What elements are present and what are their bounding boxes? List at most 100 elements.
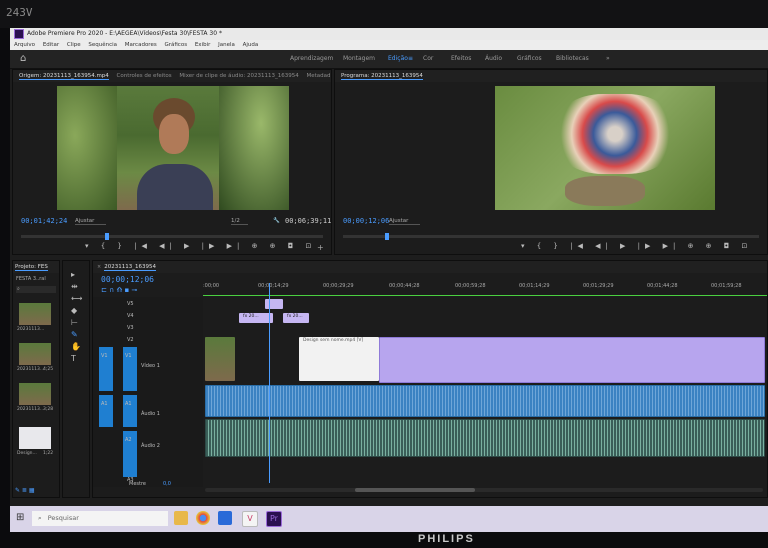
clip-a2-audio[interactable] (205, 419, 765, 457)
tab-program[interactable]: Programa: 20231113_163954 (341, 73, 423, 80)
search-icon: ⌕ (17, 286, 20, 292)
project-item-label-3: 20231113... (17, 407, 45, 412)
clip-v4-a[interactable]: fx 20... (239, 313, 273, 323)
project-thumb-3[interactable] (19, 383, 51, 405)
canva-icon[interactable]: V (242, 511, 258, 527)
menu-ajuda[interactable]: Ajuda (243, 42, 259, 48)
bezel-sticker-number: 243V (6, 6, 33, 19)
workspace-more-icon[interactable]: » (606, 55, 610, 62)
track-a2: A2 (125, 437, 132, 443)
track-a1: A1 (125, 401, 132, 407)
workspace-graficos[interactable]: Gráficos (517, 55, 542, 62)
source-scale-select[interactable]: 1/2 (231, 218, 248, 225)
source-monitor-panel: Origem: 20231113_163954.mp4 Controles de… (12, 69, 332, 255)
track-v2[interactable]: V2 (127, 337, 134, 343)
source-patch-v1-label: V1 (101, 353, 108, 359)
program-timecode[interactable]: 00;00;12;06 (343, 217, 389, 225)
source-timecode[interactable]: 00;01;42;24 (21, 217, 67, 225)
track-target-a1[interactable]: A1 (123, 395, 137, 427)
project-thumb-4[interactable] (19, 427, 51, 449)
project-thumb-1[interactable] (19, 303, 51, 325)
source-transport-controls[interactable]: ▾ { } |◀ ◀| ▶ |▶ ▶| ⊕ ⊕ ◘ ⊡ (85, 242, 316, 250)
workspace-menu-icon[interactable]: ≡ (408, 55, 413, 62)
workspace-cor[interactable]: Cor (423, 55, 433, 62)
monitor-bezel-top: 243V (0, 0, 768, 28)
source-patch-v1[interactable]: V1 (99, 347, 113, 391)
clip-v5[interactable] (265, 299, 283, 309)
tab-metadata[interactable]: Metadad (306, 73, 330, 79)
source-wrench-icon[interactable]: 🔧 (273, 218, 280, 224)
timeline-playhead[interactable] (269, 283, 270, 483)
menu-janela[interactable]: Janela (218, 42, 235, 48)
track-headers: V5 V4 V3 V2 V1 V1 Vídeo 1 A1 A1 Áudio 1 … (93, 297, 203, 487)
workspace-bibliotecas[interactable]: Bibliotecas (556, 55, 589, 62)
track-v1: V1 (125, 353, 132, 359)
clip-v1-design[interactable]: Design sem nome.mp4 [V] (299, 337, 379, 381)
source-fit-select[interactable]: Ajustar (75, 218, 107, 225)
menu-clipe[interactable]: Clipe (67, 42, 81, 48)
program-transport-controls[interactable]: ▾ { } |◀ ◀| ▶ |▶ ▶| ⊕ ⊕ ◘ ⊡ (521, 242, 752, 250)
timeline-panel: × 20231113_163954 00;00;12;06 ⊏ ∩ ⟰ ▪ ⊸ :… (92, 260, 768, 498)
track-v4[interactable]: V4 (127, 313, 134, 319)
source-video-frame (57, 86, 289, 210)
menu-exibir[interactable]: Exibir (195, 42, 211, 48)
premiere-taskbar-icon[interactable]: Pr (266, 511, 282, 527)
workspace-montagem[interactable]: Montagem (343, 55, 375, 62)
store-icon[interactable] (218, 511, 232, 525)
close-icon[interactable]: × (97, 264, 101, 270)
workspace-efeitos[interactable]: Efeitos (451, 55, 471, 62)
workspace-edicao[interactable]: Edição (388, 55, 408, 62)
project-footer-icons[interactable]: ✎ ≣ ▦ (15, 487, 35, 494)
track-target-v1[interactable]: V1 (123, 347, 137, 391)
program-playhead[interactable] (385, 233, 389, 240)
program-scrub-bar[interactable] (343, 233, 759, 240)
program-tabs: Programa: 20231113_163954 (335, 70, 767, 82)
project-thumb-2[interactable] (19, 343, 51, 365)
premiere-app-icon (14, 28, 24, 39)
menu-sequencia[interactable]: Sequência (88, 42, 117, 48)
source-tabs: Origem: 20231113_163954.mp4 Controles de… (13, 70, 331, 82)
master-value[interactable]: 0,0 (163, 481, 171, 487)
workspace-aprendizagem[interactable]: Aprendizagem (290, 55, 333, 62)
ruler-label-4: 00;00;59;28 (455, 283, 486, 289)
track-v5[interactable]: V5 (127, 301, 134, 307)
tab-source[interactable]: Origem: 20231113_163954.mp4 (19, 73, 109, 80)
group-of-people (555, 94, 675, 174)
tool-icons[interactable]: ▸ ⇹ ⟷ ◆ ⊢ ✎ ✋ T (71, 269, 82, 365)
windows-start-icon[interactable]: ⊞ (16, 512, 24, 523)
taskbar-search[interactable]: ⌕ Pesquisar (32, 511, 168, 526)
program-fit-select[interactable]: Ajustar (389, 218, 421, 225)
clip-v1-extended[interactable] (379, 337, 765, 383)
menu-graficos[interactable]: Gráficos (164, 42, 187, 48)
time-ruler[interactable]: :00;00 00;00;14;29 00;00;29;29 00;00;44;… (203, 281, 767, 295)
clip-v1-thumb[interactable] (205, 337, 235, 381)
tab-audio-clip-mixer[interactable]: Mixer de clipe de áudio: 20231113_163954 (179, 73, 298, 79)
tab-project[interactable]: Projeto: FES (15, 264, 48, 271)
timeline-timecode[interactable]: 00;00;12;06 (101, 275, 154, 284)
project-search-input[interactable]: ⌕ (16, 286, 56, 293)
tab-effect-controls[interactable]: Controles de efeitos (117, 73, 172, 79)
workspace-audio[interactable]: Áudio (485, 55, 502, 62)
timeline-scroll-thumb[interactable] (355, 488, 475, 492)
menu-editar[interactable]: Editar (43, 42, 59, 48)
clip-v4-b[interactable]: fx 20... (283, 313, 309, 323)
source-playhead[interactable] (105, 233, 109, 240)
file-explorer-icon[interactable] (174, 511, 188, 525)
home-icon[interactable]: ⌂ (20, 53, 26, 64)
pen-tool-icon[interactable]: ✎ (71, 330, 78, 339)
timeline-scrollbar[interactable] (205, 488, 763, 492)
chrome-icon[interactable] (196, 511, 210, 525)
menu-marcadores[interactable]: Marcadores (125, 42, 157, 48)
timeline-snap-icons[interactable]: ⊏ ∩ ⟰ ▪ ⊸ (101, 286, 137, 294)
project-item-label-1: 20231113... (17, 327, 45, 332)
clip-a1-audio[interactable] (205, 385, 765, 417)
track-target-a2[interactable]: A2 (123, 431, 137, 477)
source-add-button-icon[interactable]: + (317, 243, 324, 252)
tab-sequence[interactable]: 20231113_163954 (104, 264, 156, 271)
track-v3[interactable]: V3 (127, 325, 134, 331)
source-patch-a1[interactable]: A1 (99, 395, 113, 427)
audio1-name: Áudio 1 (141, 411, 160, 417)
source-duration: 00;06;39;11 (285, 217, 332, 225)
source-scrub-bar[interactable] (21, 233, 323, 240)
menu-arquivo[interactable]: Arquivo (14, 42, 35, 48)
